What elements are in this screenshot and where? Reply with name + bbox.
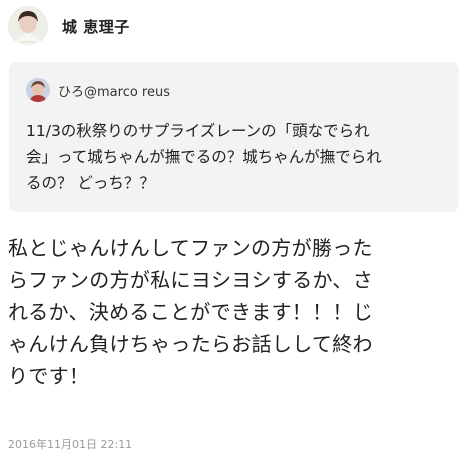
post-body-text: 私とじゃんけんしてファンの方が勝った らファンの方が私にヨシヨシするか、さ れる… [8, 236, 373, 388]
author-avatar-image [8, 6, 48, 46]
quoted-user-avatar-image [26, 78, 50, 102]
quoted-user-avatar-icon[interactable] [26, 78, 50, 102]
post-timestamp: 2016年11月01日 22:11 [8, 438, 133, 451]
author-name[interactable]: 城 恵理子 [62, 16, 130, 37]
quoted-post-text: 11/3の秋祭りのサプライズレーンの「頭なでられ 会」って城ちゃんが撫でるの？城… [26, 122, 382, 192]
quoted-user-name[interactable]: ひろ@marco reus [58, 81, 170, 100]
post-header: 城 恵理子 [8, 6, 130, 46]
quoted-post-card[interactable]: ひろ@marco reus 11/3の秋祭りのサプライズレーンの「頭なでられ 会… [9, 62, 459, 212]
quoted-post-header: ひろ@marco reus [26, 77, 170, 103]
author-avatar-icon[interactable] [8, 6, 48, 46]
